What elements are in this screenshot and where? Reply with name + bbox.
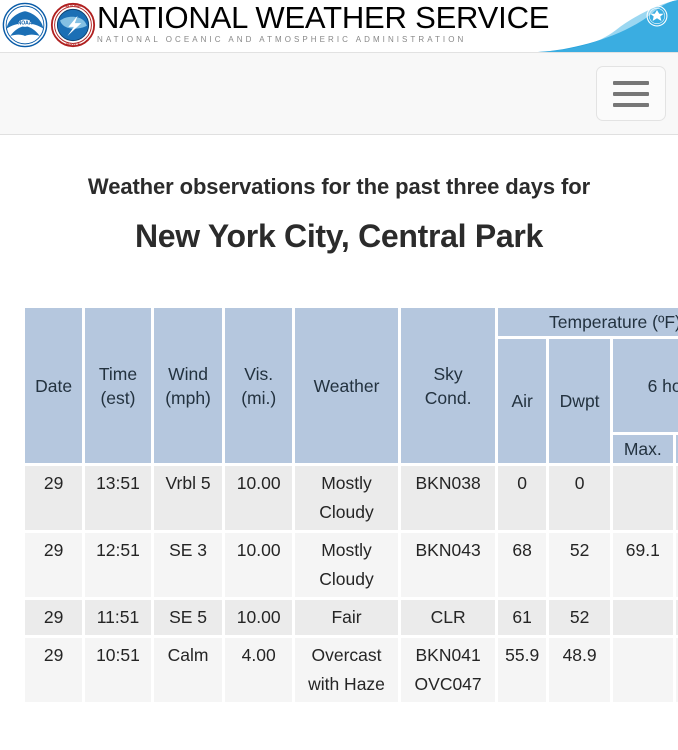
cell-sky-cond: BKN043 bbox=[401, 533, 496, 597]
site-title: NATIONAL WEATHER SERVICE bbox=[97, 0, 550, 35]
col-header-date: Date bbox=[25, 308, 83, 463]
page-heading-block: Weather observations for the past three … bbox=[0, 135, 678, 257]
cell-date: 29 bbox=[25, 533, 83, 597]
site-navbar bbox=[0, 52, 678, 135]
cell-six-hour-max bbox=[612, 600, 673, 635]
cell-visibility: 10.00 bbox=[225, 466, 292, 530]
weather-observations-table: Date Time (est) Wind (mph) Vis. (mi.) We… bbox=[22, 305, 678, 705]
cell-dewpoint: 52 bbox=[549, 533, 610, 597]
cell-weather: Mostly Cloudy bbox=[294, 466, 399, 530]
col-header-temperature-group: Temperature (ºF) bbox=[498, 308, 678, 336]
col-header-time-line2: (est) bbox=[100, 387, 136, 408]
table-header: Date Time (est) Wind (mph) Vis. (mi.) We… bbox=[25, 308, 678, 463]
col-header-sky-line2: Cond. bbox=[424, 387, 472, 408]
page-subtitle: Weather observations for the past three … bbox=[87, 174, 591, 199]
cell-sky-cond: CLR bbox=[401, 600, 496, 635]
col-header-vis-line2: (mi.) bbox=[241, 387, 277, 408]
col-header-time-line1: Time bbox=[98, 363, 138, 384]
cell-date: 29 bbox=[25, 600, 83, 635]
col-header-wind-line1: Wind bbox=[168, 363, 208, 384]
cell-wind: SE 5 bbox=[153, 600, 223, 635]
col-header-dewpoint: Dwpt bbox=[549, 339, 610, 463]
table-row[interactable]: 29 10:51 Calm 4.00 Overcast with Haze BK… bbox=[25, 638, 678, 702]
cell-six-hour-max bbox=[612, 638, 673, 702]
table-header-row-1: Date Time (est) Wind (mph) Vis. (mi.) We… bbox=[25, 308, 678, 463]
cell-time: 13:51 bbox=[85, 466, 151, 530]
cell-air-temp: 61 bbox=[498, 600, 547, 635]
svg-text:NOAA: NOAA bbox=[18, 21, 33, 27]
cell-wind: Calm bbox=[153, 638, 223, 702]
col-header-wind-line2: (mph) bbox=[165, 387, 211, 408]
cell-six-hour-max: 69.1 bbox=[612, 533, 673, 597]
cell-visibility: 10.00 bbox=[225, 533, 292, 597]
cell-six-hour-max bbox=[612, 466, 673, 530]
col-header-sky-cond: Sky Cond. bbox=[401, 308, 496, 463]
table-row[interactable]: 29 11:51 SE 5 10.00 Fair CLR 61 52 7 bbox=[25, 600, 678, 635]
cell-dewpoint: 48.9 bbox=[549, 638, 610, 702]
cell-dewpoint: 0 bbox=[549, 466, 610, 530]
cell-sky-cond: BKN038 bbox=[401, 466, 496, 530]
col-header-weather: Weather bbox=[294, 308, 399, 463]
agency-logos: NOAA NATIONAL SERVICE bbox=[2, 2, 96, 48]
cell-time: 10:51 bbox=[85, 638, 151, 702]
brand-block: NATIONAL WEATHER SERVICE NATIONAL OCEANI… bbox=[97, 1, 549, 46]
cell-dewpoint: 52 bbox=[549, 600, 610, 635]
noaa-seal-icon[interactable]: NOAA bbox=[2, 2, 48, 48]
cell-date: 29 bbox=[25, 638, 83, 702]
cell-air-temp: 55.9 bbox=[498, 638, 547, 702]
table-row[interactable]: 29 13:51 Vrbl 5 10.00 Mostly Cloudy BKN0… bbox=[25, 466, 678, 530]
cell-weather: Overcast with Haze bbox=[294, 638, 399, 702]
cell-sky-cond: BKN041 OVC047 bbox=[401, 638, 496, 702]
site-masthead: NOAA NATIONAL SERVICE NATIONAL WEATHER S… bbox=[0, 0, 678, 52]
col-header-visibility: Vis. (mi.) bbox=[225, 308, 292, 463]
table-body: 29 13:51 Vrbl 5 10.00 Mostly Cloudy BKN0… bbox=[25, 466, 678, 702]
page-title: New York City, Central Park bbox=[134, 218, 544, 254]
observations-table-container[interactable]: Date Time (est) Wind (mph) Vis. (mi.) We… bbox=[0, 305, 678, 705]
cell-wind: Vrbl 5 bbox=[153, 466, 223, 530]
svg-text:NATIONAL: NATIONAL bbox=[65, 4, 81, 8]
cell-weather: Fair bbox=[294, 600, 399, 635]
cell-wind: SE 3 bbox=[153, 533, 223, 597]
cell-air-temp: 68 bbox=[498, 533, 547, 597]
col-header-air-temp: Air bbox=[498, 339, 547, 463]
col-header-six-hour-max: Max. bbox=[612, 435, 673, 463]
col-header-sky-line1: Sky bbox=[433, 363, 463, 384]
cell-sky-line1: BKN041 bbox=[415, 645, 481, 665]
col-header-six-hour-group: 6 hour bbox=[612, 339, 678, 432]
department-of-commerce-seal-icon bbox=[646, 5, 668, 27]
nws-seal-icon[interactable]: NATIONAL SERVICE bbox=[50, 2, 96, 48]
svg-text:SERVICE: SERVICE bbox=[66, 43, 81, 47]
cell-time: 12:51 bbox=[85, 533, 151, 597]
cell-weather: Mostly Cloudy bbox=[294, 533, 399, 597]
site-subtitle: NATIONAL OCEANIC AND ATMOSPHERIC ADMINIS… bbox=[97, 35, 467, 44]
hamburger-bar-1 bbox=[613, 80, 649, 85]
cell-sky-line2: OVC047 bbox=[414, 674, 482, 694]
table-row[interactable]: 29 12:51 SE 3 10.00 Mostly Cloudy BKN043… bbox=[25, 533, 678, 597]
cell-air-temp: 0 bbox=[498, 466, 547, 530]
col-header-time: Time (est) bbox=[85, 308, 151, 463]
cell-date: 29 bbox=[25, 466, 83, 530]
hamburger-bar-2 bbox=[613, 91, 649, 96]
cell-visibility: 10.00 bbox=[225, 600, 292, 635]
hamburger-bar-3 bbox=[613, 102, 649, 107]
menu-toggle-button[interactable] bbox=[596, 66, 666, 121]
col-header-wind: Wind (mph) bbox=[153, 308, 223, 463]
cell-time: 11:51 bbox=[85, 600, 151, 635]
col-header-vis-line1: Vis. bbox=[244, 363, 274, 384]
cell-visibility: 4.00 bbox=[225, 638, 292, 702]
